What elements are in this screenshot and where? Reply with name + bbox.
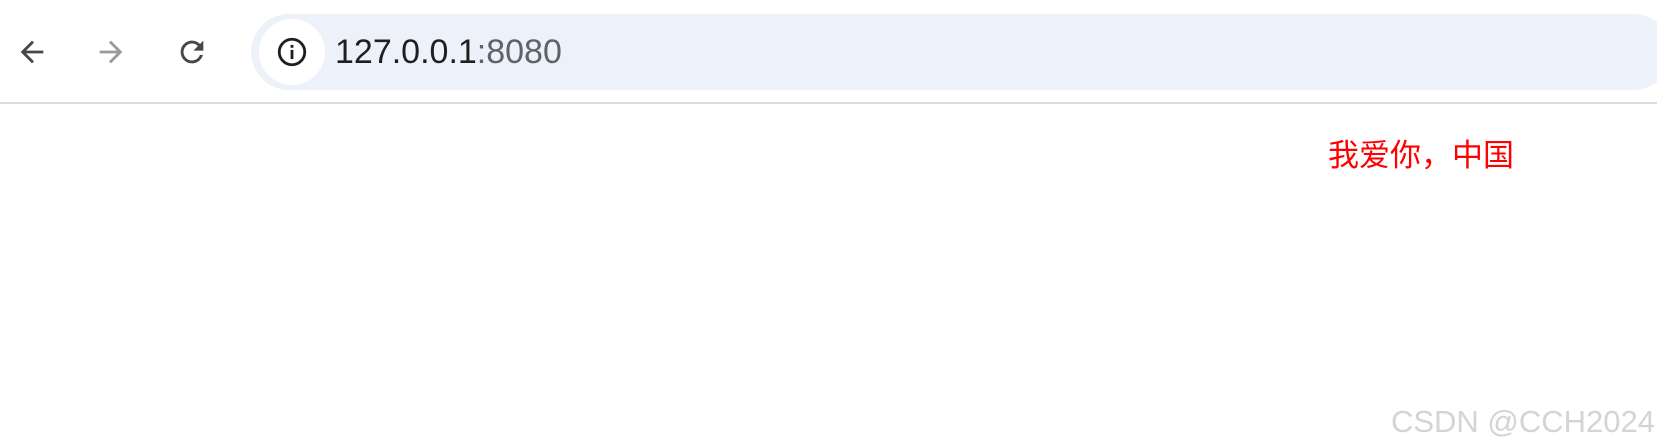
arrow-left-icon (20, 40, 44, 64)
back-button[interactable] (0, 20, 64, 84)
page-content: 我爱你，中国 CSDN @CCH2024 (0, 104, 1657, 444)
watermark: CSDN @CCH2024 (1390, 404, 1655, 439)
reload-button[interactable] (160, 20, 224, 84)
address-bar[interactable]: 127.0.0.1:8080 (251, 14, 1657, 90)
url-port: :8080 (476, 33, 562, 71)
site-info-button[interactable] (259, 19, 325, 85)
info-icon (277, 37, 307, 67)
url-text[interactable]: 127.0.0.1:8080 (335, 14, 562, 90)
arrow-right-icon (99, 40, 123, 64)
main-text: 我爱你，中国 (1328, 138, 1514, 174)
browser-toolbar: 127.0.0.1:8080 (0, 0, 1657, 104)
url-host: 127.0.0.1 (335, 33, 477, 71)
reload-icon (180, 40, 204, 64)
forward-button[interactable] (79, 20, 143, 84)
